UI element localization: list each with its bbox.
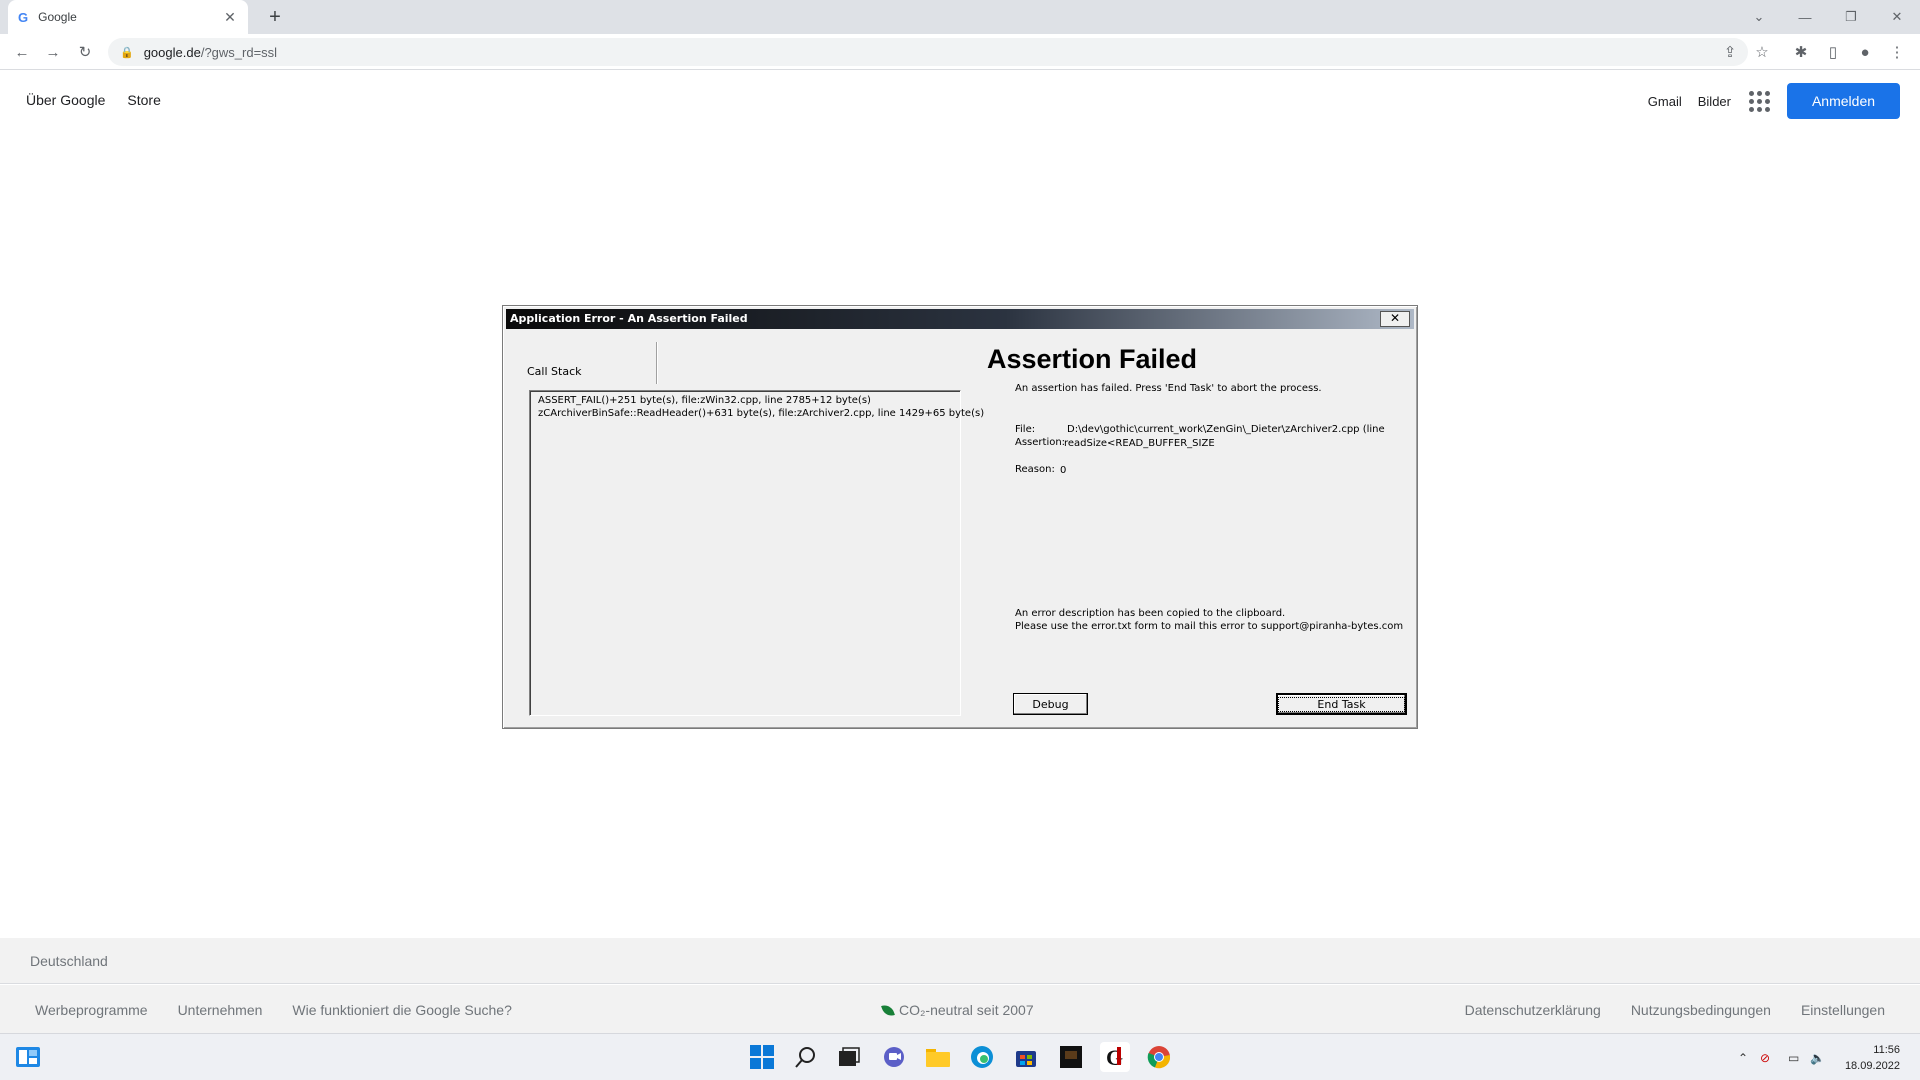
clock-time: 11:56 (1873, 1044, 1900, 1056)
share-icon[interactable]: ⇪ (1718, 40, 1742, 64)
task-view-icon[interactable] (834, 1042, 864, 1072)
dialog-heading: Assertion Failed (986, 344, 1198, 374)
network-error-icon[interactable]: ⊘ (1760, 1051, 1770, 1065)
footer-link-privacy[interactable]: Datenschutzerklärung (1465, 1002, 1601, 1018)
leaf-icon (881, 1002, 895, 1018)
end-task-button[interactable]: End Task (1276, 693, 1407, 715)
reload-icon[interactable]: ↻ (73, 40, 97, 64)
chrome-icon[interactable] (1144, 1042, 1174, 1072)
call-stack-label: Call Stack (527, 365, 582, 378)
bookmark-star-icon[interactable]: ☆ (1750, 40, 1774, 64)
clipboard-notice: An error description has been copied to … (1015, 608, 1286, 619)
footer-links-bar: Werbeprogramme Unternehmen Wie funktioni… (0, 985, 1920, 1033)
signin-button[interactable]: Anmelden (1787, 83, 1900, 119)
footer-country: Deutschland (30, 952, 108, 969)
tab-title: Google (38, 10, 77, 24)
back-icon[interactable]: ← (10, 40, 34, 64)
call-stack-line: ASSERT_FAIL()+251 byte(s), file:zWin32.c… (538, 395, 871, 406)
url-path: /?gws_rd=ssl (200, 44, 278, 60)
file-explorer-icon[interactable] (923, 1042, 953, 1072)
side-panel-icon[interactable]: ▯ (1821, 40, 1845, 64)
browser-toolbar: ← → ↻ 🔒 google.de/?gws_rd=ssl ⇪ ☆ ✱ ▯ ● … (0, 34, 1920, 70)
google-apps-icon[interactable] (1747, 89, 1771, 113)
footer-link-how-search-works[interactable]: Wie funktioniert die Google Suche? (292, 1002, 511, 1018)
google-header-right: Gmail Bilder Anmelden (1648, 83, 1900, 119)
reason-label: Reason: (1015, 464, 1055, 475)
tab-strip: G Google ✕ + ⌄ — ❐ ✕ (0, 0, 1920, 34)
address-bar[interactable]: 🔒 google.de/?gws_rd=ssl (108, 38, 1748, 66)
display-icon[interactable]: ▭ (1788, 1051, 1799, 1065)
extensions-icon[interactable]: ✱ (1789, 40, 1813, 64)
assertion-label: Assertion: (1015, 437, 1066, 448)
footer-link-business[interactable]: Unternehmen (178, 1002, 263, 1018)
tab-google[interactable]: G Google ✕ (8, 0, 248, 34)
store-icon[interactable] (1011, 1042, 1041, 1072)
game-app-icon[interactable] (1056, 1042, 1086, 1072)
clock-date: 18.09.2022 (1844, 1060, 1900, 1072)
call-stack-line: zCArchiverBinSafe::ReadHeader()+631 byte… (538, 408, 985, 419)
profile-icon[interactable]: ● (1853, 40, 1877, 64)
images-link[interactable]: Bilder (1698, 94, 1731, 109)
chat-icon[interactable] (879, 1042, 909, 1072)
end-task-label: End Task (1278, 696, 1405, 712)
divider (656, 342, 658, 384)
search-icon[interactable] (791, 1042, 821, 1072)
url-host: google.de (143, 44, 201, 60)
close-tab-icon[interactable]: ✕ (222, 9, 238, 26)
about-google-link[interactable]: Über Google (26, 92, 105, 108)
chevron-up-icon[interactable]: ⌃ (1738, 1051, 1748, 1065)
reason-value: 0 (1060, 465, 1067, 476)
taskbar: G ⌃ ⊘ ▭ 🔈 11:56 18.09.2022 (0, 1033, 1920, 1080)
google-favicon-icon: G (18, 9, 29, 25)
footer-country-bar: Deutschland (0, 938, 1920, 984)
minimize-button[interactable]: — (1782, 0, 1828, 34)
widgets-icon[interactable] (13, 1042, 43, 1072)
dialog-title-bar: Application Error - An Assertion Failed … (506, 309, 1414, 329)
clock[interactable]: 11:56 18.09.2022 (1845, 1042, 1900, 1074)
file-label: File: (1015, 424, 1036, 435)
file-value: D:\dev\gothic\current_work\ZenGin\_Diete… (1067, 424, 1385, 435)
footer-link-settings[interactable]: Einstellungen (1801, 1002, 1885, 1018)
new-tab-button[interactable]: + (262, 4, 288, 30)
start-icon[interactable] (747, 1042, 777, 1072)
footer-link-ads[interactable]: Werbeprogramme (35, 1002, 148, 1018)
menu-icon[interactable]: ⋮ (1885, 40, 1909, 64)
debug-button[interactable]: Debug (1013, 693, 1088, 715)
assertion-dialog: Application Error - An Assertion Failed … (502, 305, 1418, 729)
store-link[interactable]: Store (127, 92, 160, 108)
lock-icon: 🔒 (120, 46, 134, 59)
tab-search-icon[interactable]: ⌄ (1736, 0, 1782, 34)
edge-icon[interactable] (967, 1042, 997, 1072)
close-window-button[interactable]: ✕ (1874, 0, 1920, 34)
restore-button[interactable]: ❐ (1828, 0, 1874, 34)
dialog-close-button[interactable]: ✕ (1380, 311, 1410, 327)
footer-carbon-neutral[interactable]: CO₂-neutral seit 2007 (899, 1002, 1034, 1018)
support-notice: Please use the error.txt form to mail th… (1015, 621, 1404, 632)
dialog-title: Application Error - An Assertion Failed (510, 312, 748, 325)
assertion-value: readSize<READ_BUFFER_SIZE (1064, 438, 1215, 449)
forward-icon[interactable]: → (41, 40, 65, 64)
gmail-link[interactable]: Gmail (1648, 94, 1682, 109)
footer-link-terms[interactable]: Nutzungsbedingungen (1631, 1002, 1771, 1018)
google-header-left: Über Google Store (26, 92, 161, 108)
call-stack-list[interactable]: ASSERT_FAIL()+251 byte(s), file:zWin32.c… (529, 390, 985, 716)
assertion-message: An assertion has failed. Press 'End Task… (1015, 383, 1322, 394)
gothic-app-icon[interactable]: G (1100, 1042, 1130, 1072)
volume-icon[interactable]: 🔈 (1810, 1051, 1825, 1065)
